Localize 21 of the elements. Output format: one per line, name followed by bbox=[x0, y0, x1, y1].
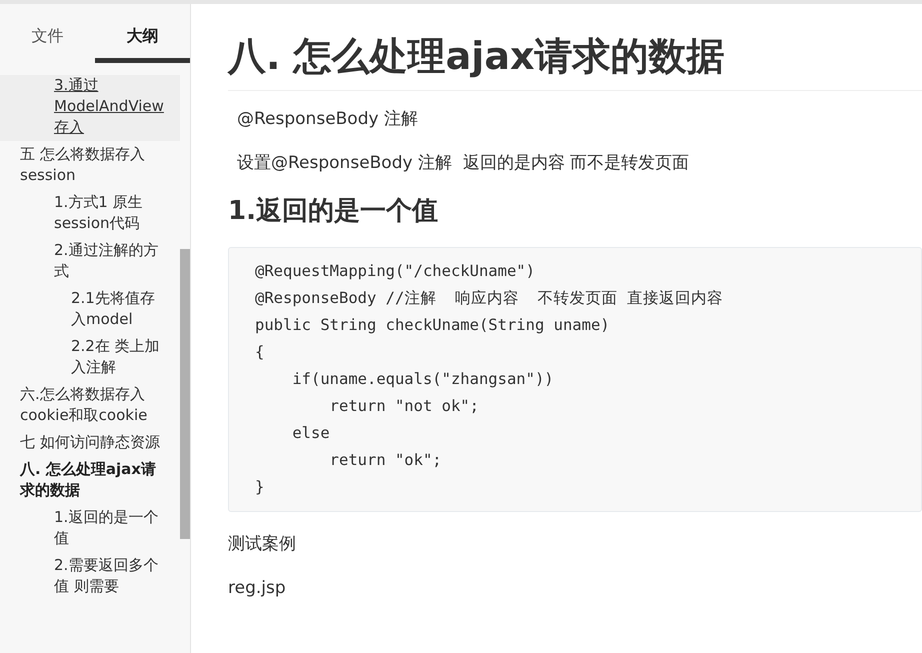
paragraph: 设置@ResponseBody 注解 返回的是内容 而不是转发页面 bbox=[236, 152, 690, 176]
sidebar-tab[interactable]: 大纲 bbox=[95, 4, 190, 63]
paragraph: reg.jsp bbox=[228, 577, 287, 600]
paragraph: 测试案例 bbox=[228, 532, 297, 556]
scrollbar-thumb[interactable] bbox=[180, 249, 190, 539]
outline-item[interactable]: 2.1先将值存入model bbox=[0, 288, 180, 333]
paragraph: @ResponseBody 注解 bbox=[236, 108, 419, 131]
code-block: @RequestMapping("/checkUname") @ResponseBody //注解 响应内容 不转发页面 直接返回内容 public String checkUname(String uname) { if(uname.equals("zhangsan")) return "not ok"; else return "ok"; } bbox=[228, 246, 922, 512]
subheading: 1.返回的是一个值 bbox=[228, 196, 439, 227]
outline-item[interactable]: 2.通过注解的方式 bbox=[0, 240, 180, 285]
heading: 八. 怎么处理ajax请求的数据 bbox=[228, 34, 922, 91]
outline-item[interactable]: 七 如何访问静态资源 bbox=[0, 432, 180, 456]
outline-item[interactable]: 2.2在 类上加入注解 bbox=[0, 336, 180, 381]
sidebar-tab[interactable]: 文件 bbox=[0, 4, 95, 63]
outline-item[interactable]: 3.通过ModelAndView存入 bbox=[0, 75, 180, 141]
outline-item[interactable]: 八. 怎么处理ajax请求的数据 bbox=[0, 459, 180, 504]
outline-item[interactable]: 2.需要返回多个值 则需要 bbox=[0, 555, 180, 600]
outline-item[interactable]: 五 怎么将数据存入session bbox=[0, 144, 180, 189]
outline-item[interactable]: 1.返回的是一个值 bbox=[0, 507, 180, 552]
outline-item[interactable]: 六.怎么将数据存入cookie和取cookie bbox=[0, 384, 180, 429]
outline-item[interactable]: 1.方式1 原生session代码 bbox=[0, 192, 180, 237]
